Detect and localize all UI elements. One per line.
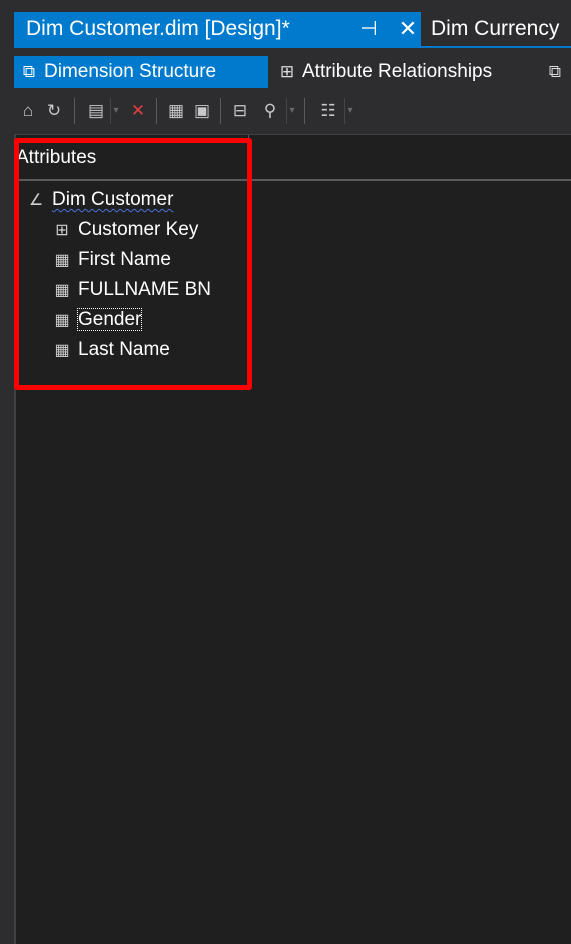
close-icon[interactable]: ✕ xyxy=(397,12,419,46)
attributes-pane-header: Attributes xyxy=(16,135,571,181)
tree-item-label: FULLNAME BN xyxy=(78,279,212,300)
chevron-down-icon[interactable]: ▾ xyxy=(110,98,121,124)
tree-item-label: Last Name xyxy=(78,339,170,360)
toolbar-separator xyxy=(220,98,221,124)
tab-title: Dim Customer.dim [Design]* xyxy=(26,17,290,40)
dimension-structure-icon: ⧉ xyxy=(22,62,36,81)
grid-view-icon[interactable]: ▦ xyxy=(164,99,188,123)
designer-toolbar: ⌂ ↻ ▤ ▾ ✕ ▦ ▣ ⊟ ⚲ ▾ ☷ ▾ xyxy=(14,90,571,132)
attribute-icon: ▦ xyxy=(54,252,70,269)
tree-item-first-name[interactable]: ▦ First Name xyxy=(16,245,556,275)
process-icon[interactable]: ⌂ xyxy=(16,99,40,123)
toolbar-separator xyxy=(304,98,305,124)
hierarchy-icon[interactable]: ☷ xyxy=(316,99,340,123)
tree-item-customer-key[interactable]: ⊞ Customer Key xyxy=(16,215,556,245)
tab-label: Dimension Structure xyxy=(44,61,217,82)
attribute-icon: ▦ xyxy=(54,282,70,299)
attribute-icon: ▦ xyxy=(54,312,70,329)
pane-title: Attributes xyxy=(16,147,97,168)
chevron-down-icon[interactable]: ▾ xyxy=(286,98,297,124)
tree-item-gender[interactable]: ▦ Gender xyxy=(16,305,556,335)
tab-translations[interactable]: ⧉ xyxy=(540,56,570,88)
tree-item-last-name[interactable]: ▦ Last Name xyxy=(16,335,556,365)
delete-icon[interactable]: ✕ xyxy=(126,99,150,123)
zoom-icon[interactable]: ⚲ xyxy=(258,99,282,123)
tree-item-label: Customer Key xyxy=(78,219,199,240)
dimension-icon: ∠ xyxy=(28,192,44,209)
explore-data-icon[interactable]: ⊟ xyxy=(228,99,252,123)
tree-item-label: Gender xyxy=(76,308,143,331)
tree-item-label: First Name xyxy=(78,249,171,270)
attribute-relationships-icon: ⊞ xyxy=(279,62,295,81)
column-divider[interactable] xyxy=(248,135,249,179)
tab-dim-customer[interactable]: Dim Customer.dim [Design]* ⊣ ✕ xyxy=(14,12,421,46)
attribute-icon: ▦ xyxy=(54,342,70,359)
toolbar-separator xyxy=(74,98,75,124)
designer-window: Dim Customer.dim [Design]* ⊣ ✕ Dim Curre… xyxy=(0,0,571,944)
list-view-icon[interactable]: ▣ xyxy=(190,99,214,123)
tab-label: Attribute Relationships xyxy=(302,61,493,82)
refresh-icon[interactable]: ↻ xyxy=(42,99,66,123)
toolbar-separator xyxy=(156,98,157,124)
translations-icon: ⧉ xyxy=(548,62,562,81)
pin-icon[interactable]: ⊣ xyxy=(358,12,380,46)
key-attribute-icon: ⊞ xyxy=(55,222,69,239)
attributes-tree: ∠ Dim Customer ⊞ Customer Key ▦ First Name … xyxy=(16,185,556,365)
tab-attribute-relationships[interactable]: ⊞ Attribute Relationships xyxy=(272,56,534,88)
attributes-pane: Attributes ∠ Dim Customer ⊞ Customer Key ▦… xyxy=(14,134,571,944)
tab-dimension-structure[interactable]: ⧉ Dimension Structure xyxy=(14,56,268,88)
tree-root-dim-customer[interactable]: ∠ Dim Customer xyxy=(16,185,556,215)
tree-item-label: Dim Customer xyxy=(52,189,174,210)
chevron-down-icon[interactable]: ▾ xyxy=(344,98,355,124)
tree-item-fullname-bn[interactable]: ▦ FULLNAME BN xyxy=(16,275,556,305)
tab-title: Dim Currency xyxy=(431,17,560,40)
show-table-icon[interactable]: ▤ xyxy=(84,99,108,123)
document-tab-strip: Dim Customer.dim [Design]* ⊣ ✕ Dim Curre… xyxy=(0,0,571,46)
tab-dim-currency[interactable]: Dim Currency xyxy=(421,12,571,46)
designer-tab-bar: ⧉ Dimension Structure ⊞ Attribute Relation… xyxy=(14,46,571,90)
